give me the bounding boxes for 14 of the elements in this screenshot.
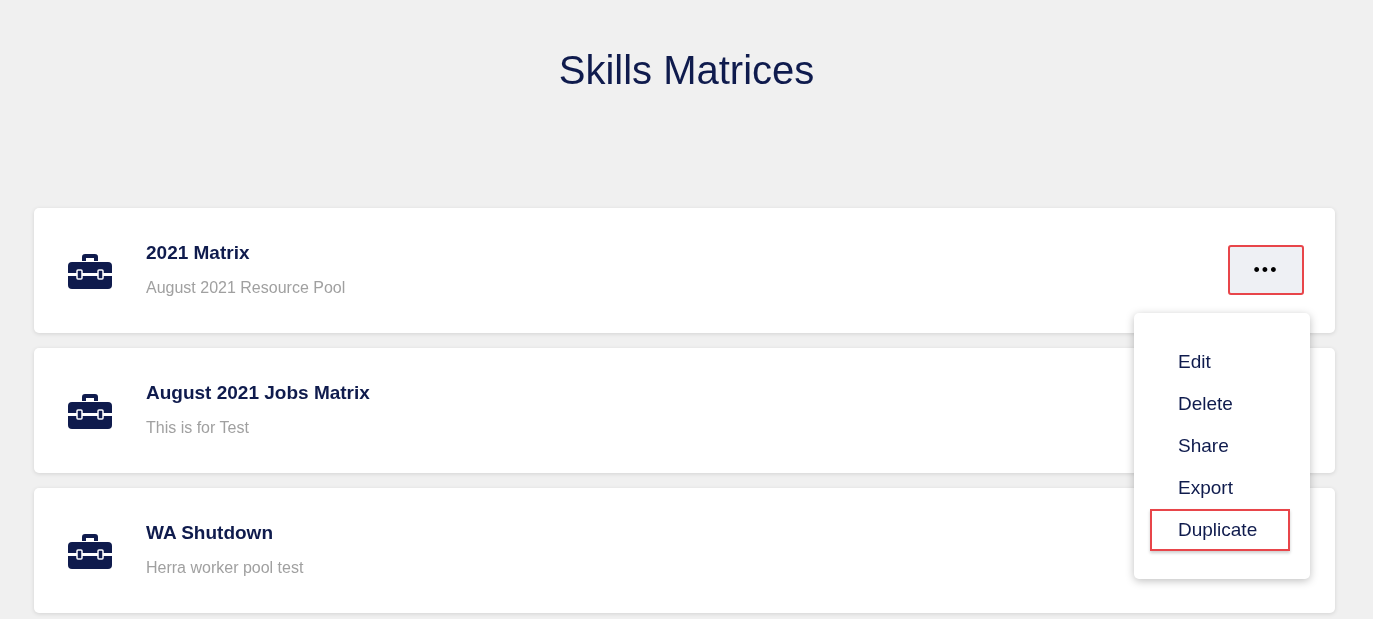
menu-item[interactable]: Share xyxy=(1150,425,1294,467)
matrix-description: August 2021 Resource Pool xyxy=(146,278,346,299)
page-title: Skills Matrices xyxy=(557,47,816,94)
menu-item[interactable]: Delete xyxy=(1150,383,1294,425)
matrix-name: 2021 Matrix xyxy=(146,240,251,265)
matrix-description: Herra worker pool test xyxy=(146,558,304,579)
toolbox-icon xyxy=(68,532,112,569)
menu-item[interactable]: Duplicate xyxy=(1150,509,1290,551)
matrix-name: WA Shutdown xyxy=(146,520,274,545)
more-button[interactable]: ••• xyxy=(1228,245,1304,295)
toolbox-icon xyxy=(68,392,112,429)
matrix-description: This is for Test xyxy=(146,418,250,439)
toolbox-icon xyxy=(68,252,112,289)
matrix-name: August 2021 Jobs Matrix xyxy=(146,380,370,405)
